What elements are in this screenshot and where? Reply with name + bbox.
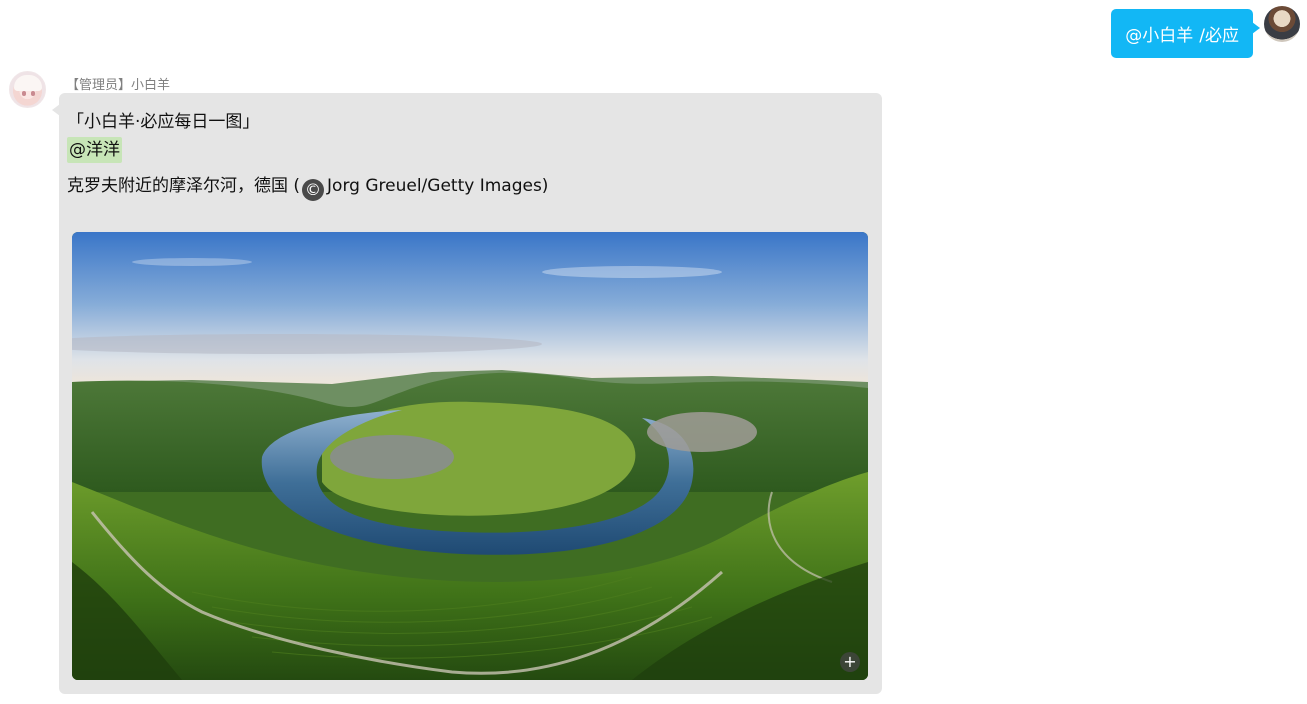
credit-text: Jorg Greuel/Getty Images) <box>327 176 549 196</box>
outgoing-message-row: @小白羊 /必应 <box>0 6 1307 60</box>
outgoing-command: /必应 <box>1199 26 1239 46</box>
outgoing-mention: @小白羊 <box>1125 26 1194 46</box>
cloud <box>542 266 722 278</box>
outgoing-bubble-tail <box>1252 22 1260 34</box>
village-right <box>647 412 757 452</box>
landscape-photo <box>72 232 868 680</box>
outgoing-message-bubble[interactable]: @小白羊 /必应 <box>1111 9 1253 58</box>
avatar-eye <box>31 91 35 96</box>
cloud <box>132 258 252 266</box>
expand-image-icon[interactable]: + <box>840 652 860 672</box>
daily-image[interactable]: + <box>72 232 868 680</box>
caption-line: 克罗夫附近的摩泽尔河，德国 (© Jorg Greuel/Getty Images… <box>67 171 548 201</box>
avatar-hair <box>14 75 42 91</box>
chat-window: @小白羊 /必应 【管理员】小白羊 「小白羊·必应每日一图」 @洋洋 克罗夫附近… <box>0 0 1307 704</box>
sky <box>72 232 868 392</box>
avatar-eye <box>22 91 26 96</box>
copyright-icon: © <box>302 179 325 201</box>
mention-tag[interactable]: @洋洋 <box>67 137 122 163</box>
message-title: 「小白羊·必应每日一图」 <box>67 112 260 132</box>
caption-text: 克罗夫附近的摩泽尔河，德国 ( <box>67 176 301 196</box>
user-avatar-icon[interactable] <box>1264 6 1300 42</box>
mention-line: @洋洋 <box>67 135 122 163</box>
incoming-message-bubble[interactable]: 「小白羊·必应每日一图」 @洋洋 克罗夫附近的摩泽尔河，德国 (© Jorg Gr… <box>59 93 882 694</box>
sender-name[interactable]: 【管理员】小白羊 <box>66 74 170 93</box>
village-left <box>330 435 454 479</box>
bot-avatar-icon[interactable] <box>9 71 46 108</box>
